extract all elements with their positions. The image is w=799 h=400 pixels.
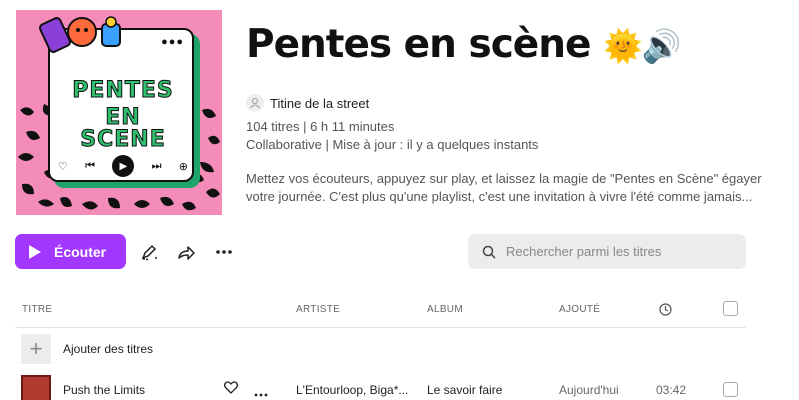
track-duration: 03:42 — [656, 383, 687, 397]
cover-mascot-icon — [39, 16, 121, 53]
next-icon: ⏭ — [151, 159, 162, 172]
cover-dots: ●●● — [161, 36, 184, 48]
header-divider — [15, 327, 746, 328]
clock-icon — [659, 303, 672, 316]
more-options-button[interactable] — [212, 240, 236, 264]
playlist-status: Collaborative | Mise à jour : il y a que… — [246, 137, 539, 152]
column-header-added[interactable]: AJOUTÉ — [559, 304, 600, 315]
playlist-title: Pentes en scène 🌞🔊 — [246, 22, 682, 67]
search-input[interactable]: Rechercher parmi les titres — [468, 234, 746, 269]
playlist-stats: 104 titres | 6 h 11 minutes — [246, 119, 395, 134]
playlist-description: Mettez vos écouteurs, appuyez sur play, … — [246, 171, 762, 204]
cover-logo-line2: EN SCENE — [80, 105, 166, 152]
play-button-label: Écouter — [54, 243, 107, 260]
share-button[interactable] — [174, 240, 198, 264]
play-icon: ▶ — [112, 155, 135, 177]
edit-button[interactable] — [137, 240, 161, 264]
play-icon — [29, 244, 41, 259]
track-artist[interactable]: L'Entourloop, Biga*... — [296, 383, 408, 397]
heart-icon: ♡ — [58, 160, 68, 173]
track-album[interactable]: Le savoir faire — [427, 383, 502, 397]
add-circle-icon: ⊕ — [178, 160, 188, 173]
share-icon — [178, 246, 195, 260]
heart-icon — [223, 381, 239, 394]
track-title[interactable]: Push the Limits — [63, 383, 145, 397]
select-all-checkbox[interactable] — [723, 301, 738, 316]
track-added-date: Aujourd'hui — [559, 383, 619, 397]
track-cover[interactable] — [21, 375, 51, 400]
cover-logo-line1: PENTES — [72, 78, 174, 103]
user-icon — [250, 98, 260, 109]
owner-name[interactable]: Titine de la street — [270, 96, 369, 111]
search-icon — [482, 245, 496, 259]
play-button[interactable]: Écouter — [15, 234, 126, 269]
more-icon — [254, 393, 268, 397]
duration-header[interactable] — [659, 303, 672, 321]
more-icon — [216, 250, 232, 254]
column-header-album[interactable]: ALBUM — [427, 304, 463, 315]
add-tracks-label[interactable]: Ajouter des titres — [63, 342, 153, 356]
pencil-icon — [141, 244, 157, 261]
avatar[interactable] — [246, 94, 264, 112]
playlist-owner[interactable]: Titine de la street — [246, 94, 369, 112]
previous-icon: ⏮ — [85, 159, 96, 172]
column-header-title[interactable]: TITRE — [22, 304, 52, 315]
column-header-artist[interactable]: ARTISTE — [296, 304, 340, 315]
cover-controls: ♡ ⏮ ▶ ⏭ ⊕ — [58, 154, 188, 178]
track-checkbox[interactable] — [723, 382, 738, 397]
add-tracks-button[interactable]: + — [21, 334, 51, 364]
plus-icon: + — [29, 336, 43, 361]
playlist-title-text: Pentes en scène — [246, 22, 591, 67]
title-emoji: 🌞🔊 — [603, 27, 682, 65]
playlist-cover: ●●● PENTES EN SCENE ♡ ⏮ ▶ ⏭ ⊕ — [16, 10, 222, 215]
track-more-button[interactable] — [254, 386, 268, 400]
search-placeholder: Rechercher parmi les titres — [506, 244, 662, 259]
track-like-button[interactable] — [223, 381, 239, 397]
